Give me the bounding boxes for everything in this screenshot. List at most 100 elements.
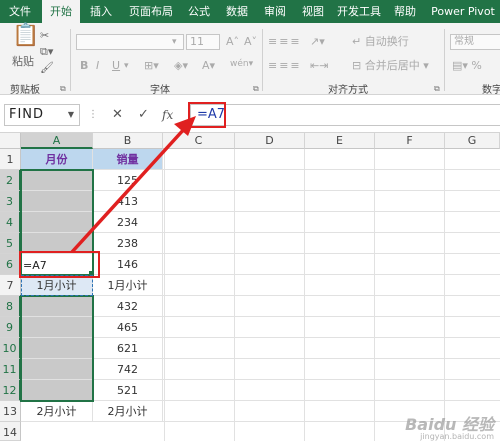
column-header-e[interactable]: E <box>305 133 375 149</box>
cell-a5[interactable] <box>21 233 93 254</box>
row-header-4[interactable]: 4 <box>0 212 21 233</box>
font-name-field[interactable] <box>76 34 184 50</box>
column-header-d[interactable]: D <box>235 133 305 149</box>
tab-power-pivot[interactable]: Power Pivot <box>428 0 498 23</box>
row-header-12[interactable]: 12 <box>0 380 21 401</box>
column-header-a[interactable]: A <box>21 133 93 149</box>
tab-view[interactable]: 视图 <box>296 0 330 23</box>
cell-a13[interactable]: 2月小计 <box>21 401 93 422</box>
font-color-glyph: A <box>202 59 210 72</box>
tab-file[interactable]: 文件 <box>0 0 40 23</box>
phonetic-icon[interactable]: wén▾ <box>230 57 253 71</box>
row-header-3[interactable]: 3 <box>0 191 21 212</box>
merge-center-button[interactable]: ⊟ 合并后居中 ▾ <box>352 59 429 73</box>
font-size-field[interactable]: 11 <box>186 34 220 50</box>
column-header-f[interactable]: F <box>375 133 445 149</box>
cell-a12[interactable] <box>21 380 93 401</box>
empty-cells-area[interactable] <box>163 149 500 441</box>
paste-icon[interactable]: 📋 <box>12 25 39 47</box>
cell-b8[interactable]: 432 <box>93 296 163 317</box>
cell-a3[interactable] <box>21 191 93 212</box>
tab-help[interactable]: 帮助 <box>388 0 422 23</box>
italic-button[interactable]: I <box>96 59 99 73</box>
alignment-dialog-launcher-icon[interactable]: ⧉ <box>434 84 440 94</box>
row-header-1[interactable]: 1 <box>0 149 21 170</box>
cut-icon[interactable]: ✂ <box>40 29 49 43</box>
enter-button[interactable]: ✓ <box>138 108 149 122</box>
clipboard-dialog-launcher-icon[interactable]: ⧉ <box>60 84 66 94</box>
name-box-dropdown-icon[interactable]: ▼ <box>68 105 75 125</box>
cell-a9[interactable] <box>21 317 93 338</box>
tab-developer[interactable]: 开发工具 <box>334 0 384 23</box>
row-header-8[interactable]: 8 <box>0 296 21 317</box>
tab-review[interactable]: 审阅 <box>258 0 292 23</box>
underline-button[interactable]: U <box>112 59 120 73</box>
cell-b6[interactable]: 146 <box>93 254 163 275</box>
tab-home[interactable]: 开始 <box>42 0 80 23</box>
fill-color-icon[interactable]: ◈▾ <box>174 59 188 73</box>
wrap-text-button[interactable]: ↵ 自动换行 <box>352 35 409 49</box>
row-header-2[interactable]: 2 <box>0 170 21 191</box>
insert-function-button[interactable]: fx <box>162 108 173 122</box>
wrap-text-label: 自动换行 <box>364 35 409 48</box>
orientation-icon[interactable]: ↗▾ <box>310 35 325 49</box>
cell-a7[interactable]: 1月小计 <box>21 275 93 296</box>
cell-a8[interactable] <box>21 296 93 317</box>
formula-input[interactable]: =A7 <box>190 104 500 126</box>
more-options-icon[interactable]: ⋮ <box>88 108 98 122</box>
font-color-icon[interactable]: A▾ <box>202 59 215 73</box>
row-header-5[interactable]: 5 <box>0 233 21 254</box>
font-dialog-launcher-icon[interactable]: ⧉ <box>253 84 259 94</box>
cancel-button[interactable]: ✕ <box>112 108 123 122</box>
cell-a11[interactable] <box>21 359 93 380</box>
cell-b13[interactable]: 2月小计 <box>93 401 163 422</box>
format-painter-icon[interactable]: 🖌 <box>40 61 54 75</box>
cell-b4[interactable]: 234 <box>93 212 163 233</box>
cell-b5[interactable]: 238 <box>93 233 163 254</box>
cell-a10[interactable] <box>21 338 93 359</box>
cell-b9[interactable]: 465 <box>93 317 163 338</box>
indent-icon[interactable]: ⇤⇥ <box>310 59 328 73</box>
tab-page-layout[interactable]: 页面布局 <box>124 0 178 23</box>
cell-b12[interactable]: 521 <box>93 380 163 401</box>
cell-b7[interactable]: 1月小计 <box>93 275 163 296</box>
cell-b11[interactable]: 742 <box>93 359 163 380</box>
cell-b10[interactable]: 621 <box>93 338 163 359</box>
tab-data[interactable]: 数据 <box>220 0 254 23</box>
vertical-align-icons[interactable]: ≡≡≡ <box>268 35 302 49</box>
row-header-11[interactable]: 11 <box>0 359 21 380</box>
number-format-field[interactable]: 常规 <box>450 34 500 50</box>
column-header-g[interactable]: G <box>445 133 500 149</box>
row-header-14[interactable]: 14 <box>0 422 21 441</box>
spreadsheet-grid: A B C D E F G 1 2 3 4 5 6 7 8 9 10 11 12… <box>0 133 500 441</box>
horizontal-align-icons[interactable]: ≡≡≡ <box>268 59 302 73</box>
cell-b2[interactable]: 125 <box>93 170 163 191</box>
shrink-font-icon[interactable]: A˅ <box>244 35 257 49</box>
row-header-9[interactable]: 9 <box>0 317 21 338</box>
cell-a6-editing[interactable]: =A7 <box>21 254 93 275</box>
font-name-dropdown-icon[interactable]: ▾ <box>172 35 177 49</box>
row-header-7[interactable]: 7 <box>0 275 21 296</box>
tab-formulas[interactable]: 公式 <box>182 0 216 23</box>
paste-label[interactable]: 粘贴 <box>12 55 34 69</box>
tab-insert[interactable]: 插入 <box>84 0 118 23</box>
cell-a1[interactable]: 月份 <box>21 149 93 170</box>
cell-a4[interactable] <box>21 212 93 233</box>
fill-handle[interactable] <box>89 271 94 276</box>
grow-font-icon[interactable]: A˄ <box>226 35 239 49</box>
underline-dropdown-icon[interactable]: ▾ <box>124 59 129 73</box>
row-header-10[interactable]: 10 <box>0 338 21 359</box>
cell-a2[interactable] <box>21 170 93 191</box>
name-box[interactable]: FIND ▼ <box>4 104 80 126</box>
borders-icon[interactable]: ⊞▾ <box>144 59 159 73</box>
cell-b3[interactable]: 413 <box>93 191 163 212</box>
column-header-c[interactable]: C <box>163 133 235 149</box>
row-header-6[interactable]: 6 <box>0 254 21 275</box>
cell-b1[interactable]: 销量 <box>93 149 163 170</box>
select-all-corner[interactable] <box>0 133 21 149</box>
bold-button[interactable]: B <box>80 59 88 73</box>
copy-icon[interactable]: ⧉▾ <box>40 45 53 59</box>
currency-icon[interactable]: ▤▾ % <box>452 59 482 73</box>
column-header-b[interactable]: B <box>93 133 163 149</box>
row-header-13[interactable]: 13 <box>0 401 21 422</box>
